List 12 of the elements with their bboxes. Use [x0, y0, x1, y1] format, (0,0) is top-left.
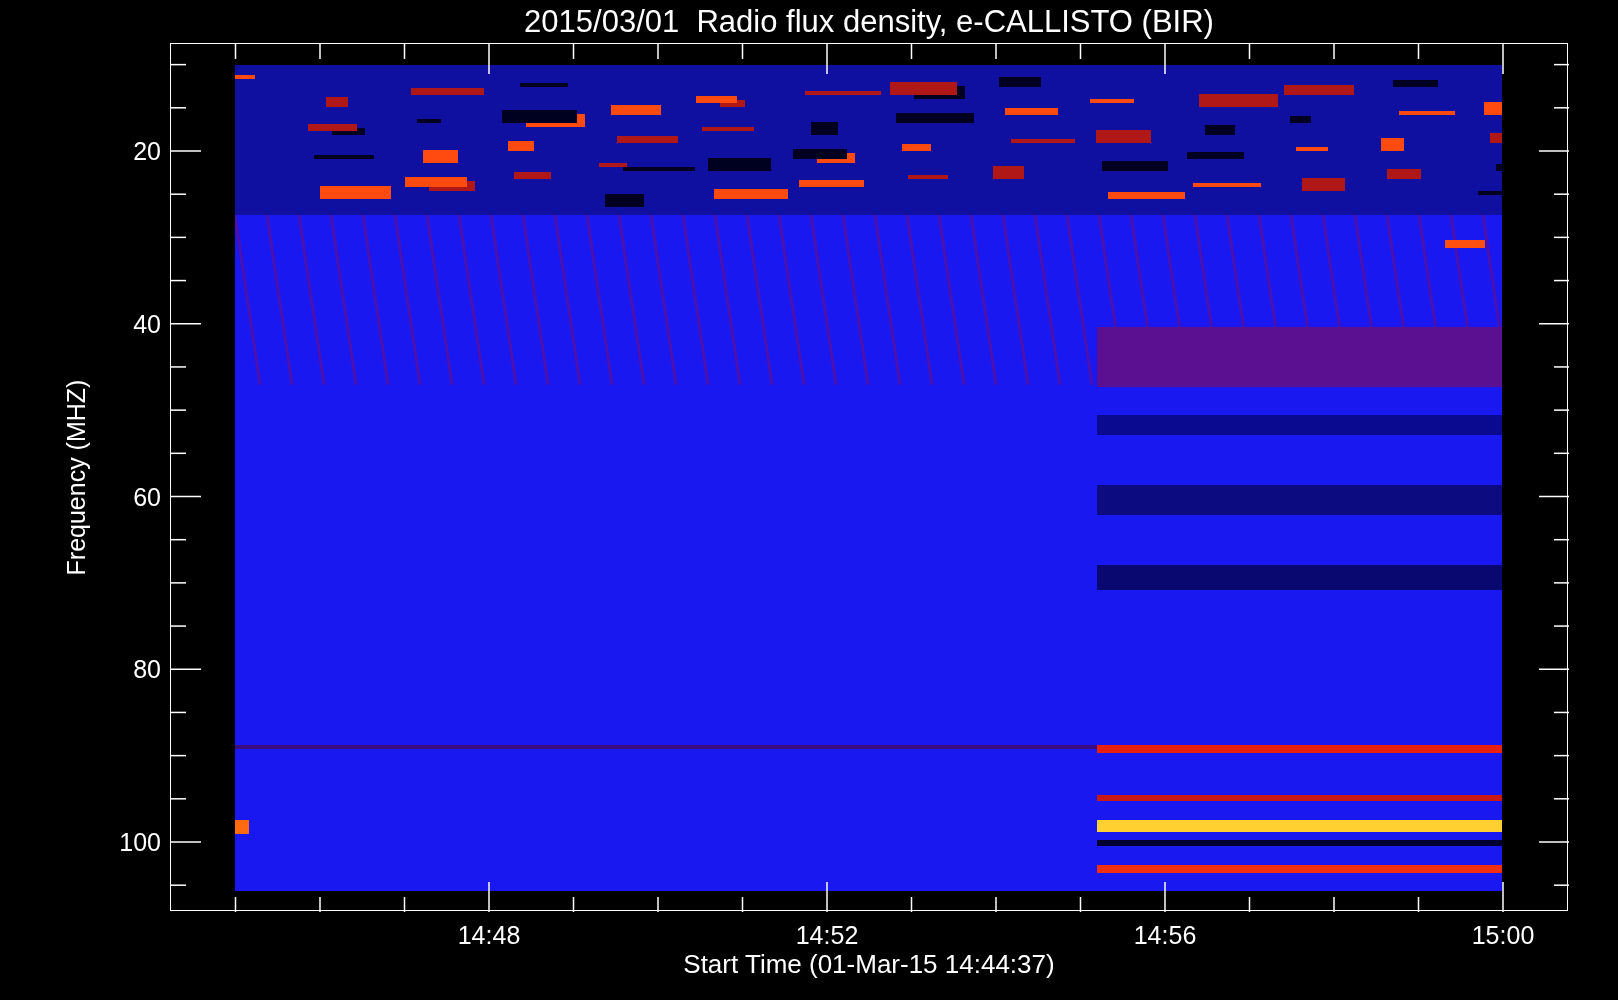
y-tick-label: 60 — [133, 484, 161, 510]
x-tick-label: 14:48 — [456, 923, 522, 948]
y-tick-label: 40 — [133, 311, 161, 337]
y-tick-label: 20 — [133, 139, 161, 164]
x-tick-label: 15:00 — [1470, 923, 1536, 948]
y-axis-label: Frequency (MHZ) — [64, 379, 90, 575]
x-axis-label: Start Time (01-Mar-15 14:44:37) — [683, 951, 1055, 981]
chart-title: 2015/03/01 Radio flux density, e-CALLISTO (BIR) — [524, 6, 1214, 37]
y-tick-label: 80 — [133, 657, 161, 683]
x-tick-label: 14:52 — [794, 923, 860, 948]
x-tick-label: 14:56 — [1132, 923, 1198, 948]
y-tick-label: 100 — [119, 830, 161, 855]
